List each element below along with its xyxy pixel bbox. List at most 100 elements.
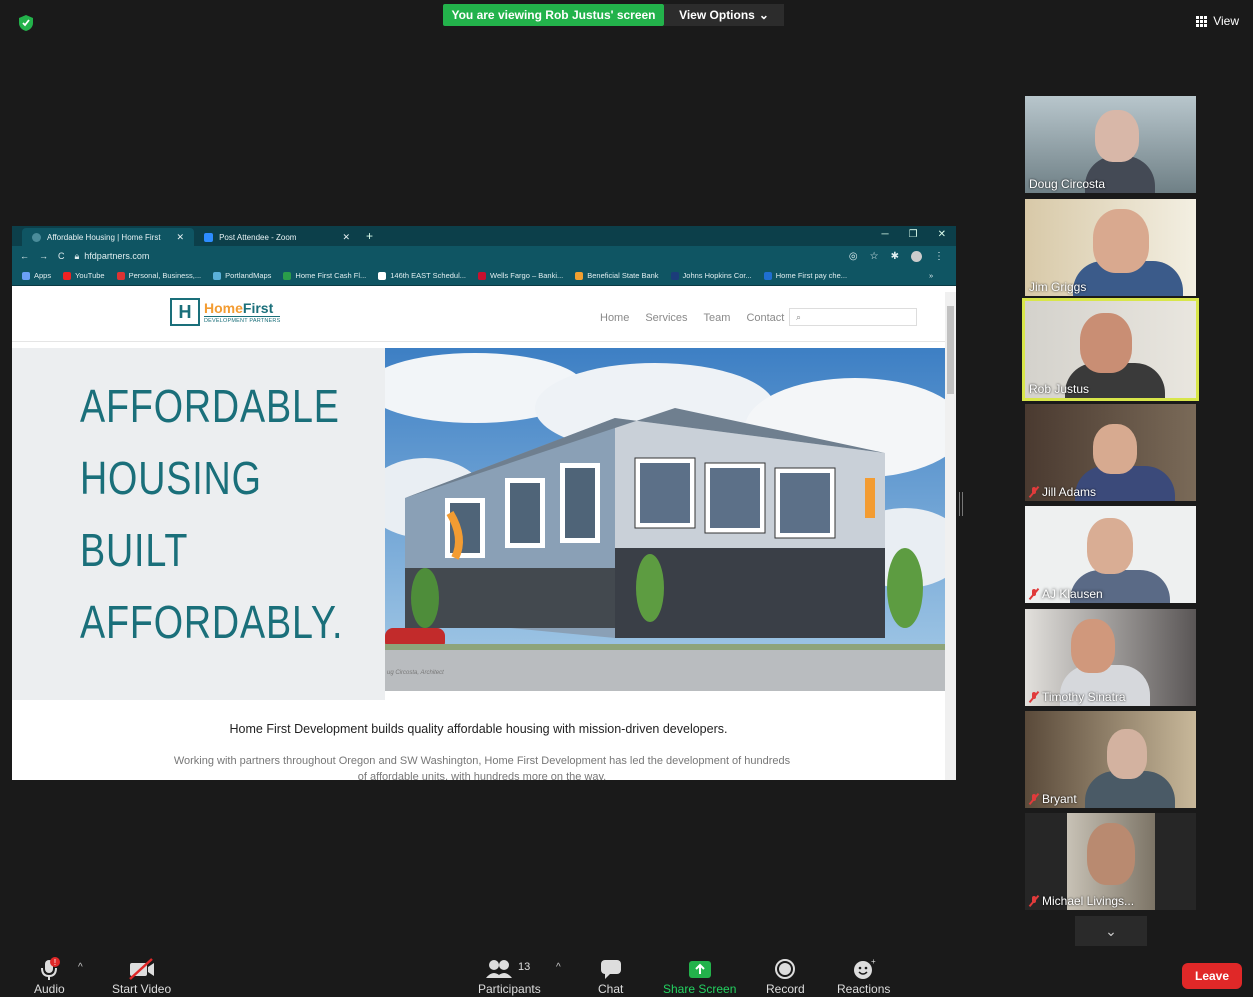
participants-icon: 13 xyxy=(486,956,532,982)
view-button[interactable]: View xyxy=(1196,14,1239,28)
participant-tile[interactable]: Michael Livings... xyxy=(1025,813,1196,910)
bookmark-label: Wells Fargo – Banki... xyxy=(490,271,564,280)
restore-icon[interactable]: ❐ xyxy=(909,229,918,240)
nav-services[interactable]: Services xyxy=(645,312,687,324)
tab-title: Affordable Housing | Home First xyxy=(47,232,161,242)
view-options-button[interactable]: View Options ⌄ xyxy=(664,4,784,26)
browser-tab-homefirst[interactable]: Affordable Housing | Home First ✕ xyxy=(22,228,195,246)
bookmark-label: Home First Cash Fl... xyxy=(295,271,367,280)
viewing-screen-banner: You are viewing Rob Justus' screen xyxy=(443,4,664,26)
muted-mic-icon xyxy=(1029,691,1039,703)
reactions-label: Reactions xyxy=(837,982,891,996)
more-bookmarks[interactable]: » xyxy=(929,271,933,280)
star-icon[interactable]: ☆ xyxy=(870,251,879,262)
nav-team[interactable]: Team xyxy=(704,312,731,324)
homefirst-logo[interactable]: H HomeFirst DEVELOPMENT PARTNERS xyxy=(170,298,281,326)
leave-button[interactable]: Leave xyxy=(1182,963,1242,989)
bookmark-item[interactable]: Johns Hopkins Cor... xyxy=(670,271,752,280)
profile-avatar[interactable] xyxy=(911,250,922,262)
chat-icon xyxy=(600,956,622,982)
panel-resize-handle[interactable] xyxy=(959,492,963,516)
hero-headline: AFFORDABLE HOUSING BUILT AFFORDABLY. xyxy=(80,370,343,658)
audio-label: Audio xyxy=(34,982,65,996)
participant-name: Jim Griggs xyxy=(1029,280,1087,294)
video-off-icon xyxy=(128,956,156,982)
participants-options-caret-icon[interactable]: ^ xyxy=(556,962,561,973)
participant-tile[interactable]: Timothy Sinatra xyxy=(1025,609,1196,706)
bookmark-item[interactable]: Home First pay che... xyxy=(763,271,847,280)
url-field[interactable]: 🔒︎ hfdpartners.com xyxy=(75,251,150,262)
participant-face xyxy=(1095,110,1139,162)
lock-icon: 🔒︎ xyxy=(74,250,80,261)
sheets-icon xyxy=(283,271,292,280)
site-search-input[interactable]: ⌕ xyxy=(789,308,917,326)
reload-icon[interactable]: C xyxy=(58,251,65,261)
paypal-icon xyxy=(763,271,772,280)
participant-tile-active[interactable]: Rob Justus xyxy=(1022,298,1199,401)
nav-contact[interactable]: Contact xyxy=(746,312,784,324)
headline-line: AFFORDABLY. xyxy=(80,596,344,648)
nav-home[interactable]: Home xyxy=(600,312,629,324)
bookmark-item[interactable]: Personal, Business,... xyxy=(116,271,202,280)
tracking-icon[interactable]: ◎ xyxy=(849,251,858,262)
share-screen-button[interactable]: Share Screen xyxy=(663,956,736,996)
participant-face xyxy=(1107,729,1147,779)
start-video-button[interactable]: Start Video xyxy=(112,956,171,996)
muted-mic-icon xyxy=(1029,895,1039,907)
participants-button[interactable]: 13 Participants xyxy=(478,956,541,996)
participant-name-text: Timothy Sinatra xyxy=(1042,690,1126,704)
back-icon[interactable]: ← xyxy=(20,251,29,261)
participant-name-text: Bryant xyxy=(1042,792,1077,806)
bookmark-item[interactable]: 146th EAST Schedul... xyxy=(378,271,466,280)
microphone-icon: ! xyxy=(38,956,61,982)
participant-tile[interactable]: Jill Adams xyxy=(1025,404,1196,501)
new-tab-icon[interactable]: + xyxy=(366,229,373,243)
youtube-icon xyxy=(63,271,72,280)
participant-name: Michael Livings... xyxy=(1029,894,1134,908)
record-button[interactable]: Record xyxy=(766,956,805,996)
gallery-next-page-button[interactable]: ⌄ xyxy=(1075,916,1147,946)
close-window-icon[interactable]: ✕ xyxy=(938,229,946,240)
bookmarks-bar: Apps YouTube Personal, Business,... Port… xyxy=(12,266,956,286)
page-scrollbar[interactable] xyxy=(945,292,956,780)
chat-button[interactable]: Chat xyxy=(598,956,623,996)
audio-button[interactable]: ! Audio xyxy=(34,956,65,996)
participant-tile[interactable]: Bryant xyxy=(1025,711,1196,808)
participant-name-text: Michael Livings... xyxy=(1042,894,1135,908)
minimize-icon[interactable]: ─ xyxy=(882,229,889,240)
menu-icon[interactable]: ⋮ xyxy=(934,251,944,262)
bookmark-label: Personal, Business,... xyxy=(128,271,202,280)
browser-tab-zoom[interactable]: Post Attendee - Zoom ✕ xyxy=(194,228,360,246)
bookmark-item[interactable]: Beneficial State Bank xyxy=(575,271,659,280)
scrollbar-thumb[interactable] xyxy=(947,306,954,394)
bookmark-item[interactable]: Apps xyxy=(22,271,51,280)
bookmark-item[interactable]: Home First Cash Fl... xyxy=(283,271,366,280)
encryption-shield-icon[interactable] xyxy=(18,14,34,32)
participant-name: Timothy Sinatra xyxy=(1029,690,1126,704)
view-label: View xyxy=(1213,14,1239,28)
headline-line: BUILT xyxy=(80,524,189,576)
audio-options-caret-icon[interactable]: ^ xyxy=(78,962,83,973)
participant-tile[interactable]: Doug Circosta xyxy=(1025,96,1196,193)
close-tab-icon[interactable]: ✕ xyxy=(342,232,350,243)
bookmark-item[interactable]: PortlandMaps xyxy=(213,271,271,280)
participant-name: Bryant xyxy=(1029,792,1077,806)
participant-name: Rob Justus xyxy=(1029,382,1090,396)
bookmark-item[interactable]: Wells Fargo – Banki... xyxy=(478,271,563,280)
participant-face xyxy=(1093,424,1137,474)
forward-icon[interactable]: → xyxy=(39,251,48,261)
bookmark-icon xyxy=(116,271,125,280)
participant-face xyxy=(1080,313,1132,373)
participant-tile[interactable]: AJ Klausen xyxy=(1025,506,1196,603)
extensions-icon[interactable]: ✱ xyxy=(891,251,899,262)
building-illustration xyxy=(385,348,945,691)
hero-section: AFFORDABLE HOUSING BUILT AFFORDABLY. ug … xyxy=(12,348,945,700)
close-tab-icon[interactable]: ✕ xyxy=(177,232,185,243)
bookmark-label: PortlandMaps xyxy=(225,271,272,280)
participant-name: Jill Adams xyxy=(1029,485,1096,499)
grid-view-icon xyxy=(1196,15,1208,27)
site-subline: Working with partners throughout Oregon … xyxy=(173,755,791,780)
participant-tile[interactable]: Jim Griggs xyxy=(1025,199,1196,296)
reactions-button[interactable]: + Reactions xyxy=(837,956,890,996)
bookmark-item[interactable]: YouTube xyxy=(63,271,105,280)
